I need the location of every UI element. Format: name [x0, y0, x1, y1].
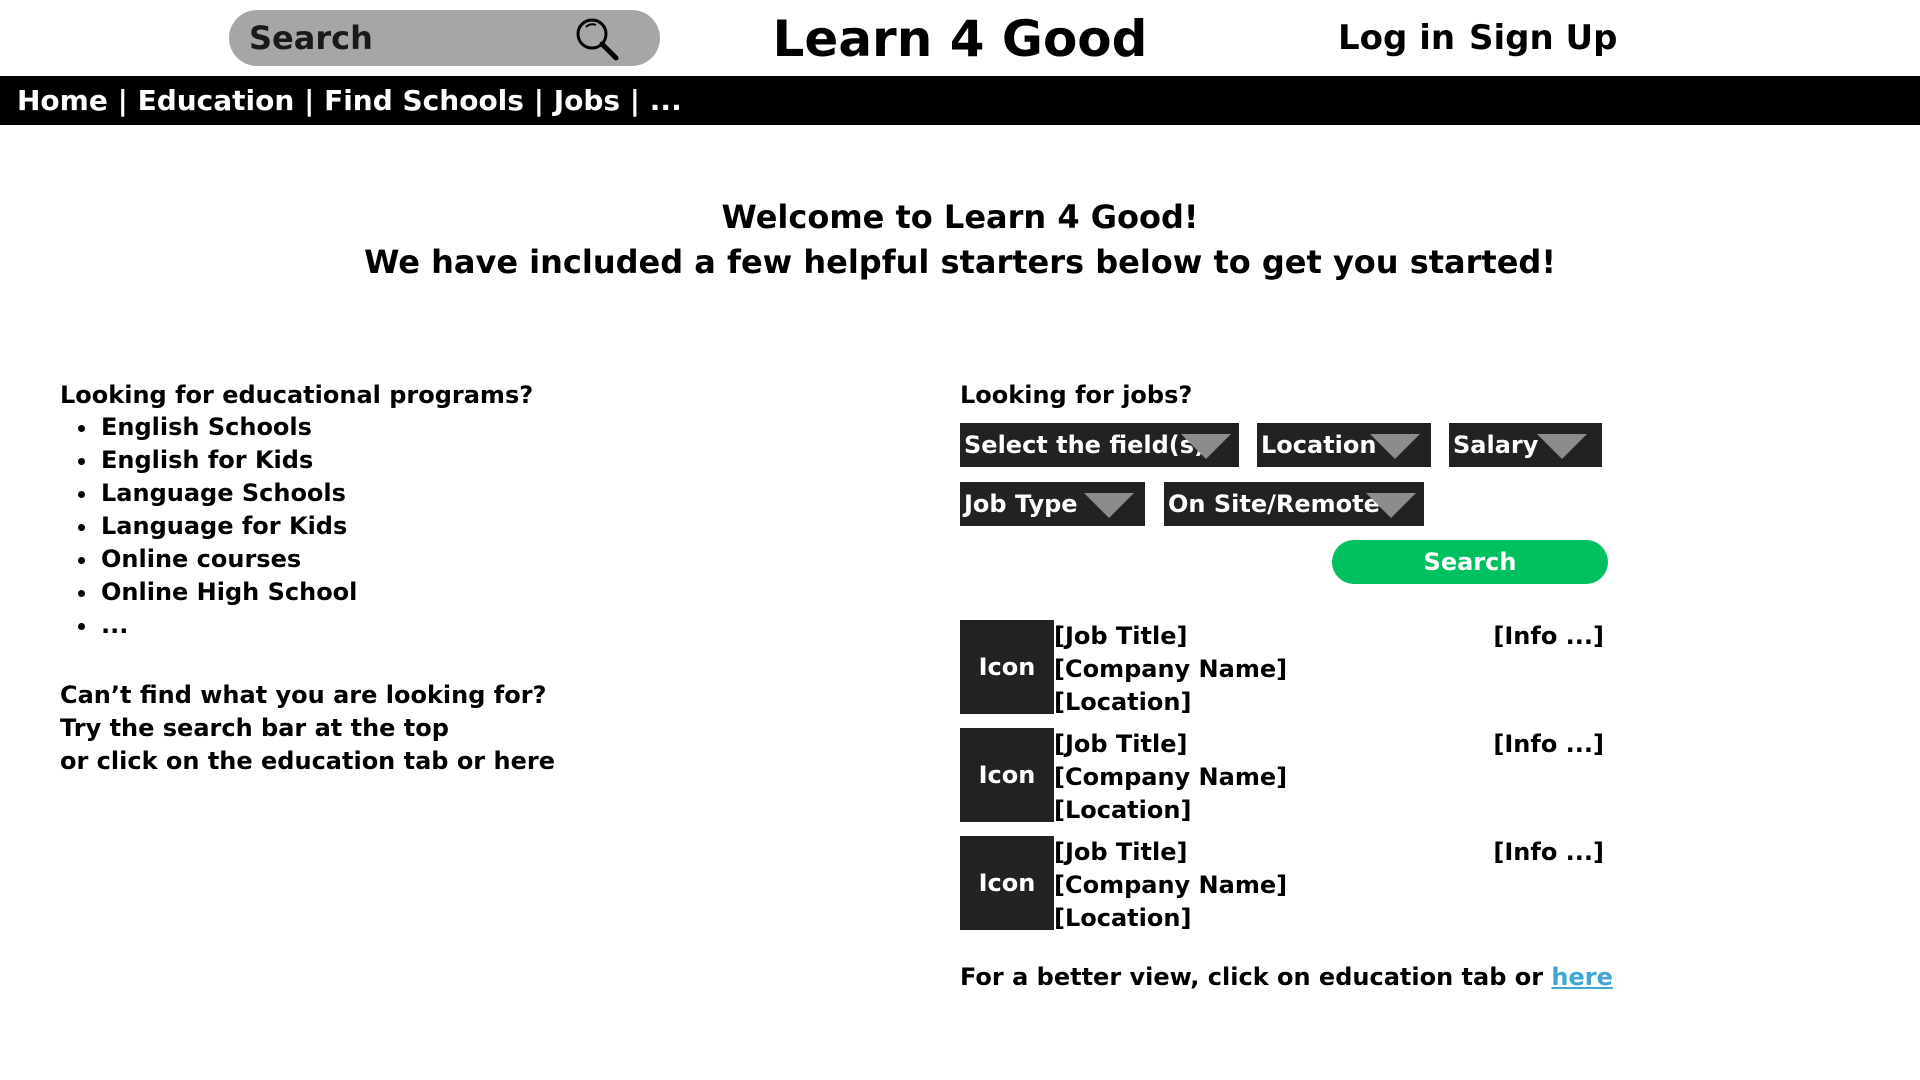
search-bar[interactable]: Search [229, 10, 660, 66]
education-heading: Looking for educational programs? [60, 381, 534, 409]
chevron-down-icon [1366, 493, 1416, 518]
job-listing[interactable]: Icon [Job Title] [Company Name] [Locatio… [958, 620, 1604, 716]
welcome-heading: Welcome to Learn 4 Good! [721, 198, 1199, 236]
chevron-down-icon [1537, 434, 1587, 459]
help-line: Try the search bar at the top [60, 714, 449, 742]
magnifier-icon[interactable] [574, 16, 620, 62]
job-title: [Job Title] [1054, 730, 1188, 758]
nav-item-jobs[interactable]: Jobs [554, 84, 620, 117]
field-dropdown-label: Select the field(s) [964, 431, 1206, 459]
location-dropdown[interactable]: Location [1257, 423, 1431, 467]
chevron-down-icon [1084, 493, 1134, 518]
company-icon: Icon [960, 728, 1054, 822]
footer-text: For a better view, click on education ta… [960, 963, 1552, 991]
nav-item-home[interactable]: Home [17, 84, 108, 117]
list-item[interactable]: ... [60, 609, 357, 642]
job-info-link[interactable]: [Info ...] [1493, 728, 1604, 761]
field-dropdown[interactable]: Select the field(s) [960, 423, 1239, 467]
company-name: [Company Name] [1054, 763, 1288, 791]
job-info-link[interactable]: [Info ...] [1493, 836, 1604, 869]
list-item[interactable]: Online High School [60, 576, 357, 609]
job-location: [Location] [1054, 904, 1192, 932]
chevron-down-icon [1181, 434, 1231, 459]
job-listing[interactable]: Icon [Job Title] [Company Name] [Locatio… [958, 836, 1604, 932]
job-details: [Job Title] [Company Name] [Location] [1054, 620, 1287, 719]
location-dropdown-label: Location [1261, 431, 1377, 459]
list-item[interactable]: Online courses [60, 543, 357, 576]
footer-note: For a better view, click on education ta… [960, 961, 1613, 993]
list-item[interactable]: English Schools [60, 411, 357, 444]
nav-item-more[interactable]: ... [650, 84, 682, 117]
nav-item-find-schools[interactable]: Find Schools [324, 84, 524, 117]
search-button[interactable]: Search [1332, 540, 1608, 584]
company-icon: Icon [960, 836, 1054, 930]
list-item[interactable]: Language Schools [60, 477, 357, 510]
list-item[interactable]: Language for Kids [60, 510, 357, 543]
list-item[interactable]: English for Kids [60, 444, 357, 477]
salary-dropdown[interactable]: Salary [1449, 423, 1602, 467]
chevron-down-icon [1370, 434, 1420, 459]
job-location: [Location] [1054, 796, 1192, 824]
company-icon: Icon [960, 620, 1054, 714]
job-type-dropdown[interactable]: Job Type [960, 482, 1145, 526]
onsite-remote-dropdown[interactable]: On Site/Remote [1164, 482, 1424, 526]
site-title: Learn 4 Good [772, 10, 1148, 68]
salary-dropdown-label: Salary [1453, 431, 1539, 459]
job-listing[interactable]: Icon [Job Title] [Company Name] [Locatio… [958, 728, 1604, 824]
job-type-dropdown-label: Job Type [964, 490, 1078, 518]
job-title: [Job Title] [1054, 622, 1188, 650]
welcome-subheading: We have included a few helpful starters … [364, 243, 1556, 281]
job-title: [Job Title] [1054, 838, 1188, 866]
company-name: [Company Name] [1054, 655, 1288, 683]
login-link[interactable]: Log in [1338, 16, 1455, 60]
help-text: Can’t find what you are looking for? Try… [60, 679, 555, 778]
job-info-link[interactable]: [Info ...] [1493, 620, 1604, 653]
jobs-heading: Looking for jobs? [960, 381, 1193, 409]
search-placeholder: Search [249, 19, 373, 57]
help-line: Can’t find what you are looking for? [60, 681, 547, 709]
nav-bar: Home | Education | Find Schools | Jobs |… [0, 76, 1920, 125]
job-details: [Job Title] [Company Name] [Location] [1054, 836, 1287, 935]
breadcrumb: Home | Education | Find Schools | Jobs |… [17, 84, 682, 117]
education-list: English Schools English for Kids Languag… [60, 411, 357, 642]
job-details: [Job Title] [Company Name] [Location] [1054, 728, 1287, 827]
onsite-remote-dropdown-label: On Site/Remote [1168, 490, 1380, 518]
here-link[interactable]: here [1551, 963, 1612, 991]
help-line: or click on the education tab or here [60, 747, 555, 775]
nav-item-education[interactable]: Education [138, 84, 295, 117]
signup-link[interactable]: Sign Up [1469, 16, 1617, 60]
company-name: [Company Name] [1054, 871, 1288, 899]
job-location: [Location] [1054, 688, 1192, 716]
